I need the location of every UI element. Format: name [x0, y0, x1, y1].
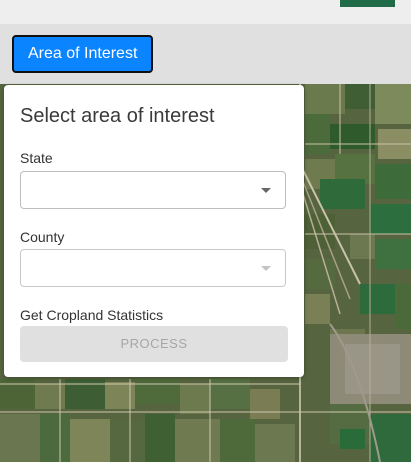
chevron-down-icon: [261, 266, 271, 271]
app-root: Area of Interest Select area of interest…: [0, 0, 411, 462]
process-button[interactable]: PROCESS: [20, 326, 288, 362]
top-header: [0, 0, 411, 24]
aoi-panel: Select area of interest State County Get…: [4, 85, 304, 377]
state-select[interactable]: [20, 171, 286, 209]
stats-label: Get Cropland Statistics: [20, 307, 164, 323]
panel-title: Select area of interest: [20, 105, 215, 127]
toolbar: Area of Interest: [0, 24, 411, 84]
area-of-interest-button[interactable]: Area of Interest: [12, 35, 154, 73]
county-select[interactable]: [20, 249, 286, 287]
header-accent-button[interactable]: [340, 0, 395, 7]
state-label: State: [20, 150, 53, 166]
chevron-down-icon: [261, 188, 271, 193]
county-label: County: [20, 229, 65, 245]
